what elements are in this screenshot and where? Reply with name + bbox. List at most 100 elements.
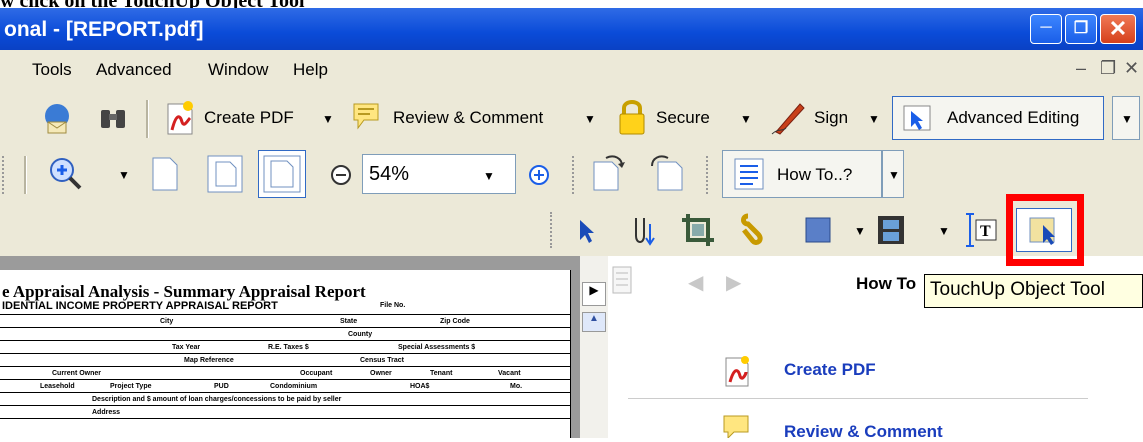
menu-window[interactable]: Window <box>208 60 268 80</box>
menu-tools[interactable]: Tools <box>32 60 72 80</box>
doc-pud: PUD <box>214 383 229 390</box>
doc-hoa: HOA$ <box>410 383 430 390</box>
instruction-caption: w click on the TouchUp Object Tool <box>0 0 305 8</box>
back-arrow-icon[interactable]: ◀ <box>688 270 703 295</box>
pen-sign-icon[interactable] <box>770 98 806 136</box>
scroll-up-icon[interactable]: ▲ <box>582 312 606 332</box>
doc-tax-year: Tax Year <box>172 344 201 351</box>
review-comment-icon[interactable] <box>350 100 384 134</box>
lock-icon[interactable] <box>616 98 648 136</box>
doc-subheading: IDENTIAL INCOME PROPERTY APPRAISAL REPOR… <box>2 300 278 312</box>
how-to-label: How To..? <box>777 165 853 184</box>
actual-size-icon[interactable] <box>150 156 180 192</box>
how-to-dropdown[interactable]: ▼ <box>882 150 904 198</box>
movie-tool-icon[interactable] <box>876 214 906 246</box>
zoom-toolbar: ▼ 54% ▼ How To..? ▼ <box>0 146 1143 204</box>
menu-advanced[interactable]: Advanced <box>96 60 172 80</box>
crop-tool-icon[interactable] <box>680 212 716 248</box>
touchup-text-icon[interactable]: T <box>962 210 998 250</box>
zoom-field[interactable]: 54% ▼ <box>362 154 516 194</box>
doc-zip: Zip Code <box>440 318 470 325</box>
how-to-dropdown-icon: ▼ <box>888 168 900 182</box>
doc-heading: e Appraisal Analysis - Summary Appraisal… <box>2 282 366 301</box>
doc-owner: Owner <box>370 370 392 377</box>
zoom-value: 54% <box>369 163 410 185</box>
review-comment-link[interactable]: Review & Comment <box>784 422 943 442</box>
how-to-button[interactable]: How To..? <box>722 150 882 198</box>
restore-button[interactable]: ❐ <box>1065 14 1097 44</box>
doc-file-no: File No. <box>380 302 406 309</box>
doc-map-ref: Map Reference <box>184 357 234 364</box>
pane-list-icon[interactable] <box>612 266 632 294</box>
select-object-icon[interactable] <box>576 218 596 244</box>
forms-dropdown-icon[interactable]: ▼ <box>854 224 866 238</box>
create-pdf-link-icon <box>725 356 749 387</box>
email-globe-icon[interactable] <box>40 102 74 134</box>
create-pdf-label[interactable]: Create PDF <box>204 108 294 128</box>
attach-file-icon[interactable] <box>738 212 770 248</box>
zoom-in-icon[interactable] <box>528 164 550 186</box>
rotate-clockwise-icon[interactable] <box>590 152 626 194</box>
review-comment-label[interactable]: Review & Comment <box>393 108 543 128</box>
doc-census: Census Tract <box>360 357 404 364</box>
secure-dropdown-icon[interactable]: ▼ <box>740 112 752 126</box>
binoculars-icon[interactable] <box>98 104 128 132</box>
doc-vacant: Vacant <box>498 370 521 377</box>
sign-label[interactable]: Sign <box>814 108 848 128</box>
zoom-tool-dropdown-icon[interactable]: ▼ <box>118 168 130 182</box>
doc-tenant: Tenant <box>430 370 453 377</box>
rotate-counterclockwise-icon[interactable] <box>646 152 686 194</box>
document-page: e Appraisal Analysis - Summary Appraisal… <box>0 270 571 438</box>
doc-current-owner: Current Owner <box>52 370 102 377</box>
doc-re-taxes: R.E. Taxes $ <box>268 344 309 351</box>
zoom-in-tool-icon[interactable] <box>48 156 84 192</box>
create-pdf-dropdown-icon[interactable]: ▼ <box>322 112 334 126</box>
tasks-toolbar: Create PDF ▼ Review & Comment ▼ Secure ▼… <box>0 90 1143 146</box>
title-bar: onal - [REPORT.pdf] ─ ❐ ✕ <box>0 8 1143 50</box>
doc-occupant: Occupant <box>300 370 333 377</box>
zoom-dropdown-icon[interactable]: ▼ <box>483 169 495 183</box>
advanced-editing-toolbar: ▼ ▼ T <box>0 204 1143 256</box>
doc-description: Description and $ amount of loan charges… <box>92 396 342 403</box>
how-to-title: How To <box>856 274 917 293</box>
advanced-editing-dropdown[interactable]: ▼ <box>1112 96 1140 140</box>
advanced-editing-label: Advanced Editing <box>947 108 1080 127</box>
svg-text:T: T <box>980 223 991 240</box>
forward-arrow-icon[interactable]: ▶ <box>726 270 741 295</box>
fit-width-button[interactable] <box>258 150 306 198</box>
review-comment-link-icon <box>723 415 749 438</box>
doc-city: City <box>160 318 174 325</box>
advanced-editing-button[interactable]: Advanced Editing <box>892 96 1104 140</box>
doc-project-type: Project Type <box>110 383 152 390</box>
doc-leasehold: Leasehold <box>40 383 75 390</box>
fit-page-icon[interactable] <box>206 154 244 194</box>
secure-label[interactable]: Secure <box>656 108 710 128</box>
collapse-pane-icon[interactable]: ▶ <box>582 282 606 306</box>
review-comment-dropdown-icon[interactable]: ▼ <box>584 112 596 126</box>
button-tool-icon[interactable] <box>804 216 832 244</box>
create-pdf-link[interactable]: Create PDF <box>784 360 876 380</box>
vertical-scrollbar[interactable]: ▶ ▲ <box>580 256 608 438</box>
doc-mo: Mo. <box>510 383 523 390</box>
window-title: onal - [REPORT.pdf] <box>4 18 204 41</box>
document-area[interactable]: e Appraisal Analysis - Summary Appraisal… <box>0 256 580 438</box>
doc-close-icon[interactable]: ✕ <box>1124 58 1139 79</box>
touchup-object-tooltip: TouchUp Object Tool <box>924 274 1143 308</box>
doc-minimize-icon[interactable]: – <box>1076 58 1086 79</box>
doc-state: State <box>340 318 358 325</box>
menu-help[interactable]: Help <box>293 60 328 80</box>
how-to-list-icon <box>734 158 764 190</box>
doc-restore-icon[interactable]: ❐ <box>1100 58 1116 79</box>
doc-county: County <box>348 331 373 338</box>
create-pdf-icon[interactable] <box>162 100 196 136</box>
fit-width-icon <box>263 155 301 193</box>
movie-dropdown-icon[interactable]: ▼ <box>938 224 950 238</box>
link-tool-icon[interactable] <box>630 214 658 246</box>
zoom-out-icon[interactable] <box>330 164 352 186</box>
advanced-editing-icon <box>903 105 931 131</box>
sign-dropdown-icon[interactable]: ▼ <box>868 112 880 126</box>
doc-address: Address <box>92 409 121 416</box>
close-button[interactable]: ✕ <box>1100 14 1136 44</box>
menu-bar: Tools Advanced Window Help – ❐ ✕ <box>0 50 1143 90</box>
minimize-button[interactable]: ─ <box>1030 14 1062 44</box>
